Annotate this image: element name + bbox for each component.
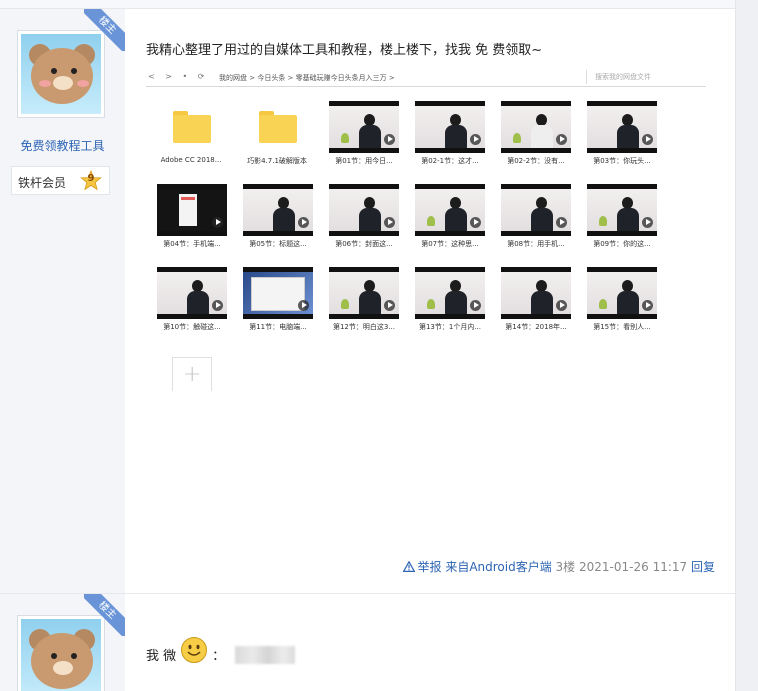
post-content: 我 微 ： (125, 594, 735, 691)
netdisk-screenshot-image[interactable]: < > • ⟳ 我的网盘 > 今日头条 > 零基础玩赚今日头条月入三万 > 搜索… (146, 67, 706, 391)
video-thumbnail (501, 101, 571, 153)
reply-button[interactable]: 回复 (691, 560, 715, 574)
post-content: 我精心整理了用过的自媒体工具和教程，楼上楼下，找我 免 费领取~ < > • ⟳… (125, 9, 735, 593)
add-file-tile: + (172, 357, 212, 391)
video-name: 第05节：标题这... (249, 240, 307, 248)
post-next: 楼主 我 微 ： (0, 593, 735, 691)
video-name: 第02-2节：没有... (507, 157, 565, 165)
video-name: 第01节：用今日... (335, 157, 393, 165)
author-name[interactable]: 免费领教程工具 (0, 137, 125, 154)
video-name: 第04节：手机端... (163, 240, 221, 248)
video-thumbnail (329, 101, 399, 153)
post-text: 我精心整理了用过的自媒体工具和教程，楼上楼下，找我 免 费领取~ (146, 43, 543, 58)
video-name: 第09节：你的这... (593, 240, 651, 248)
video-thumbnail (415, 267, 485, 319)
member-badge-label: 铁杆会员 (18, 176, 67, 190)
right-gutter (735, 0, 758, 691)
op-badge-label: 楼主 (84, 594, 126, 636)
forum-thread: 楼主 免费领教程工具 铁杆会员 9 我精心整理了用过的自媒体工具和教程，楼上楼下… (0, 0, 758, 691)
client-source-link[interactable]: 来自Android客户端 (445, 560, 551, 574)
video-thumbnail (415, 184, 485, 236)
video-thumbnail (501, 184, 571, 236)
video-thumbnail (587, 184, 657, 236)
video-thumbnail (329, 267, 399, 319)
author-sidebar: 楼主 (0, 594, 126, 691)
video-name: 第07节：这种思... (421, 240, 479, 248)
video-thumbnail (587, 267, 657, 319)
post-floor-3: 楼主 免费领教程工具 铁杆会员 9 我精心整理了用过的自媒体工具和教程，楼上楼下… (0, 8, 735, 593)
netdisk-toolbar: < > • ⟳ 我的网盘 > 今日头条 > 零基础玩赚今日头条月入三万 > 搜索… (146, 67, 706, 87)
post-meta: 举报 来自来自Android客户端 3楼 2021-01-26 11:17 回复 (403, 558, 715, 575)
post-text-colon: ： (212, 649, 226, 664)
netdisk-search-placeholder: 搜索我的网盘文件 (586, 70, 704, 84)
video-name: 第08节：用手机... (507, 240, 565, 248)
report-label: 举报 (417, 560, 442, 574)
smiley-emoji-icon (181, 637, 208, 663)
folder-icon (173, 111, 211, 143)
nav-arrows-icon: < > • ⟳ (148, 72, 209, 81)
video-name: 第13节：1个月内... (418, 323, 482, 331)
member-badge[interactable]: 铁杆会员 9 (11, 166, 110, 195)
post-text: 我 微 ： (146, 636, 296, 664)
video-name: 第12节：明白这3... (332, 323, 396, 331)
breadcrumb: 我的网盘 > 今日头条 > 零基础玩赚今日头条月入三万 > (219, 74, 395, 82)
folder-name: Adobe CC 2018... (160, 156, 222, 164)
folder-name: 巧影4.7.1破解版本 (247, 157, 307, 165)
post-text-start: 我 微 (146, 649, 177, 664)
op-badge-label: 楼主 (84, 9, 126, 51)
member-level: 9 (87, 173, 95, 184)
blurred-contact (235, 646, 296, 664)
video-thumbnail (243, 267, 313, 319)
video-name: 第02-1节：这才... (421, 157, 479, 165)
video-thumbnail (329, 184, 399, 236)
report-link[interactable]: 举报 (403, 560, 445, 574)
video-thumbnail (157, 267, 227, 319)
video-thumbnail (415, 101, 485, 153)
author-sidebar: 楼主 免费领教程工具 铁杆会员 9 (0, 9, 126, 593)
warning-icon (403, 561, 416, 572)
op-corner-badge: 楼主 (84, 594, 126, 636)
video-name: 第06节：封面这... (335, 240, 393, 248)
video-name: 第14节：2018年... (505, 323, 567, 331)
video-name: 第11节：电脑端... (249, 323, 307, 331)
video-name: 第10节：触碰这... (163, 323, 221, 331)
floor-number: 3楼 (555, 560, 576, 574)
video-name: 第03节：你玩头... (593, 157, 651, 165)
video-thumbnail (587, 101, 657, 153)
video-name: 第15节：看别人... (593, 323, 651, 331)
post-timestamp: 2021-01-26 11:17 (579, 560, 688, 574)
video-thumbnail (501, 267, 571, 319)
video-thumbnail (157, 184, 227, 236)
video-thumbnail (243, 184, 313, 236)
op-corner-badge: 楼主 (84, 9, 126, 51)
folder-icon (259, 111, 297, 143)
plus-icon: + (183, 362, 202, 387)
